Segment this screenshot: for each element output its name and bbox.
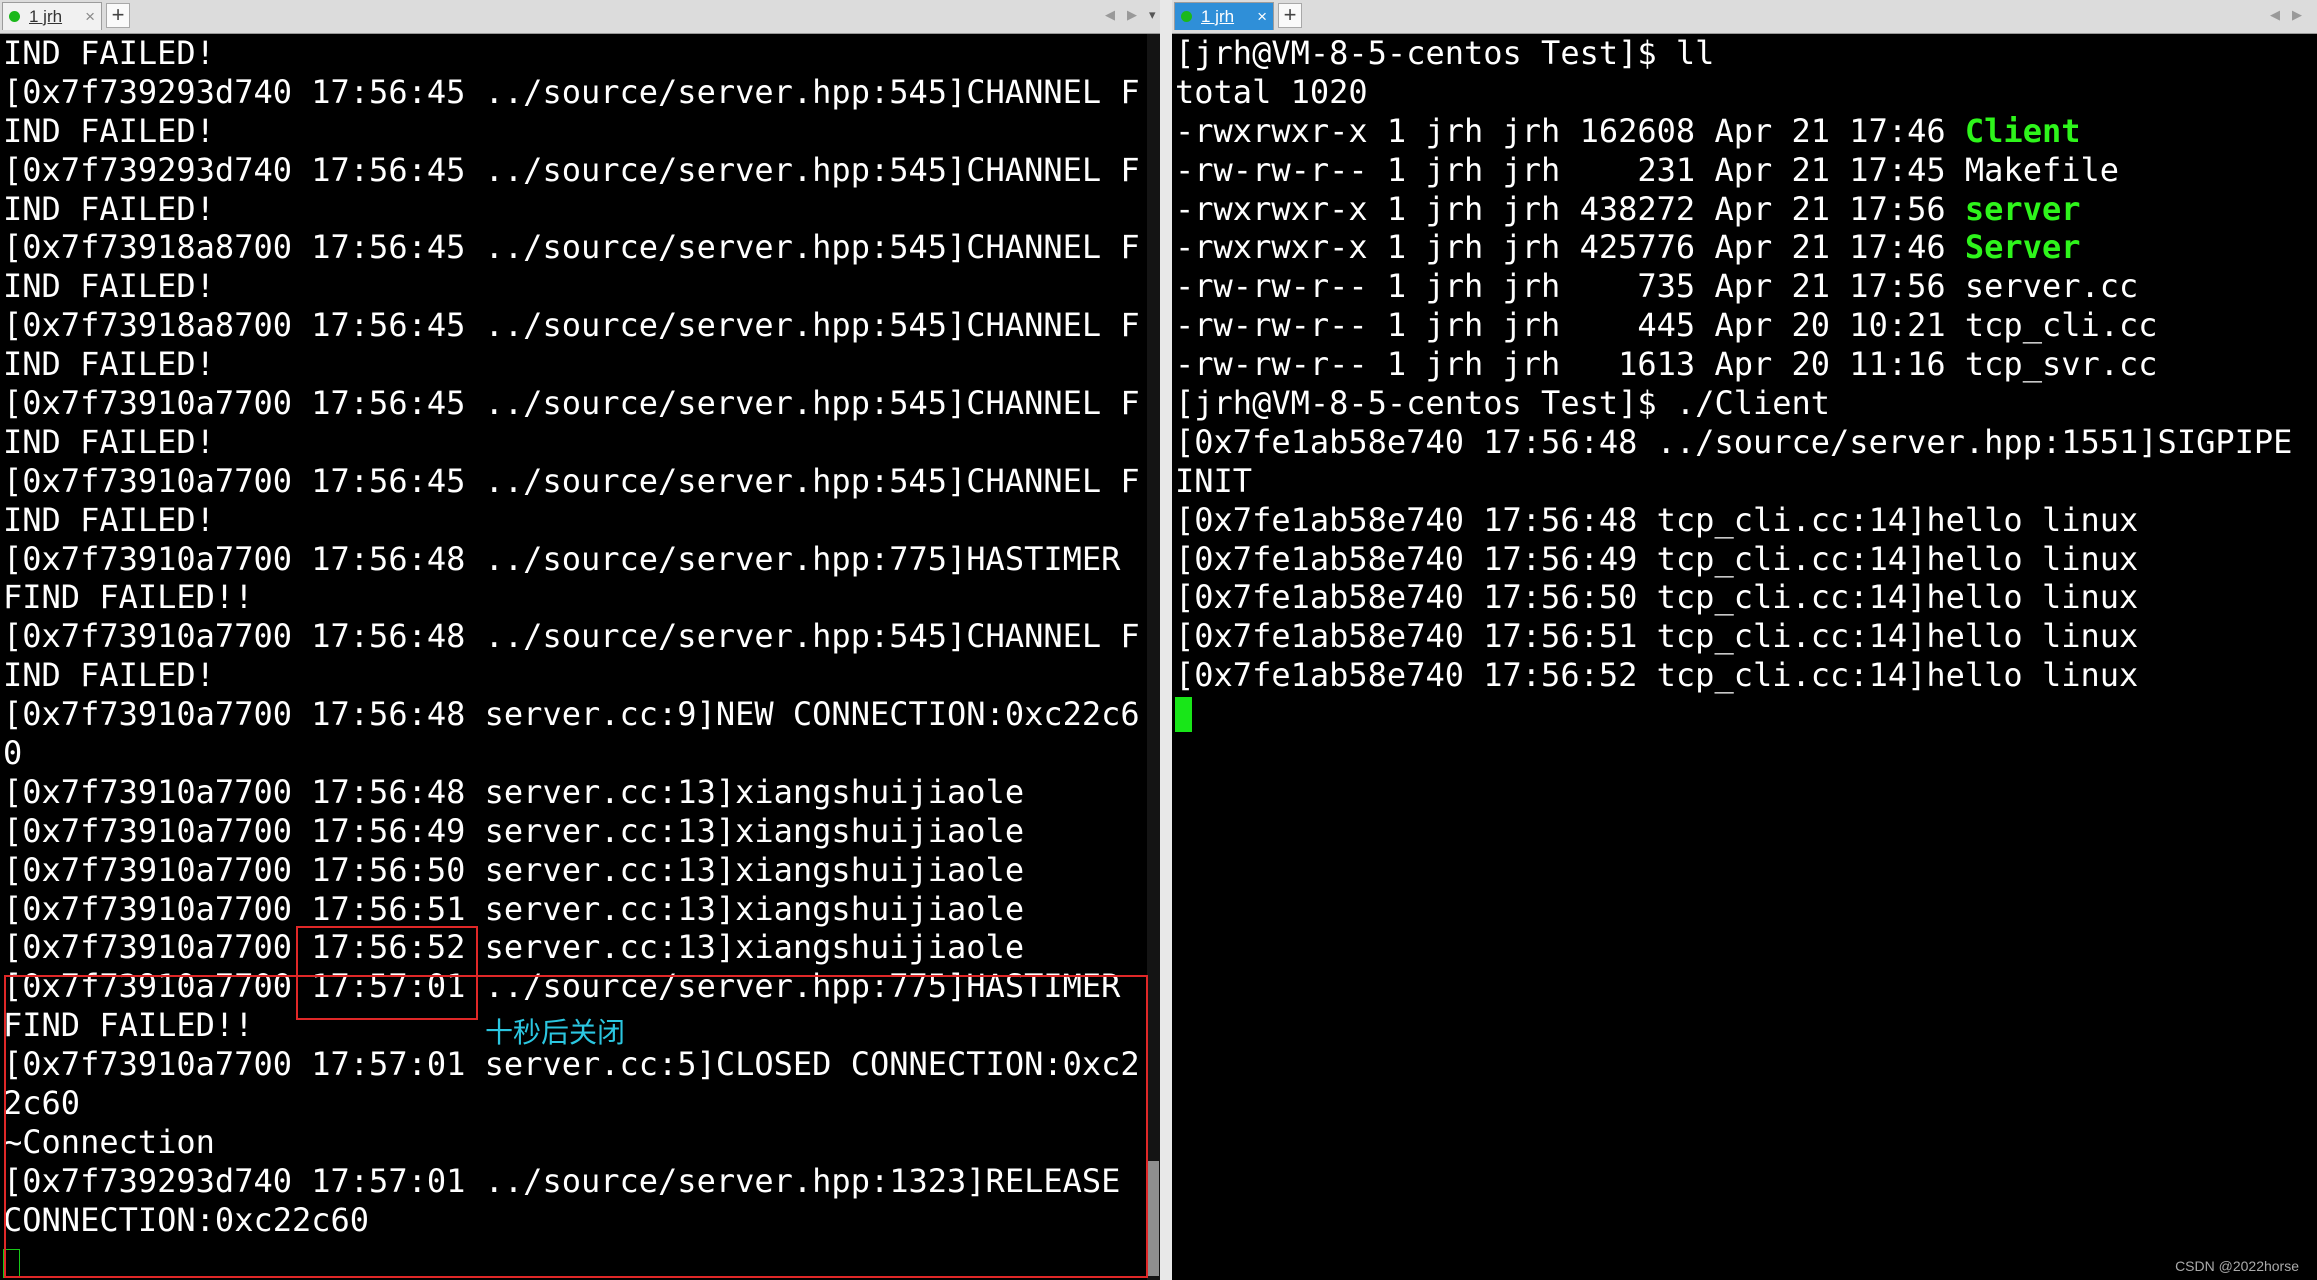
connected-status-icon — [9, 11, 20, 22]
connected-status-icon — [1181, 11, 1192, 22]
terminal-line: IND FAILED! — [3, 111, 215, 150]
terminal-line: [0x7f73918a8700 17:56:45 ../source/serve… — [3, 228, 1140, 267]
file-attributes: -rw-rw-r-- 1 jrh jrh 445 Apr 20 10:21 — [1175, 306, 1965, 345]
csdn-watermark: CSDN @2022horse — [2175, 1258, 2299, 1274]
terminal-line: [0x7f739293d740 17:56:45 ../source/serve… — [3, 72, 1140, 111]
file-listing-row: -rw-rw-r-- 1 jrh jrh 231 Apr 21 17:45 Ma… — [1175, 151, 2292, 190]
file-name: Makefile — [1964, 150, 2120, 189]
close-tab-icon[interactable]: × — [85, 7, 95, 27]
close-after-ten-seconds-annotation: 十秒后关闭 — [485, 1016, 626, 1049]
file-attributes: -rw-rw-r-- 1 jrh jrh 1613 Apr 20 11:16 — [1175, 345, 1965, 384]
file-listing-row: -rw-rw-r-- 1 jrh jrh 735 Apr 21 17:56 se… — [1175, 267, 2292, 306]
file-listing-row: -rwxrwxr-x 1 jrh jrh 425776 Apr 21 17:46… — [1175, 228, 2292, 267]
right-tab-bar: 1 jrh × + ◀ ▶ — [1172, 0, 2317, 34]
terminal-line: [0x7f739293d740 17:56:45 ../source/serve… — [3, 150, 1140, 189]
terminal-cursor — [1175, 697, 1192, 733]
terminal-line: [0x7fe1ab58e740 17:56:50 tcp_cli.cc:14]h… — [1175, 578, 2139, 617]
pane-divider[interactable] — [1160, 0, 1172, 1280]
terminal-line: [0x7fe1ab58e740 17:56:52 tcp_cli.cc:14]h… — [1175, 656, 2139, 695]
terminal-line: IND FAILED! — [3, 267, 215, 306]
tab-scroll-left-icon[interactable]: ◀ — [2270, 3, 2280, 27]
right-terminal-pane[interactable]: 1 jrh × + ◀ ▶ [jrh@VM-8-5-centos Test]$ … — [1172, 0, 2317, 1280]
terminal-line: IND FAILED! — [3, 189, 215, 228]
terminal-line: [jrh@VM-8-5-centos Test]$ ./Client — [1175, 384, 1831, 423]
terminal-line: [0x7f73910a7700 17:56:52 server.cc:13]xi… — [3, 928, 1025, 967]
terminal-line: [0x7f73910a7700 17:56:51 server.cc:13]xi… — [3, 889, 1025, 928]
close-tab-icon[interactable]: × — [1257, 7, 1267, 27]
right-terminal-output[interactable]: [jrh@VM-8-5-centos Test]$ ll total 1020 -r… — [1175, 34, 2292, 734]
terminal-line: FIND FAILED!! — [3, 578, 254, 617]
tab-label: 1 jrh — [1201, 6, 1235, 26]
terminal-line: [0x7f73910a7700 17:56:45 ../source/serve… — [3, 461, 1140, 500]
file-listing-row: -rw-rw-r-- 1 jrh jrh 1613 Apr 20 11:16 t… — [1175, 345, 2292, 384]
terminal-line: [0x7fe1ab58e740 17:56:51 tcp_cli.cc:14]h… — [1175, 617, 2139, 656]
tab-scroll-right-icon[interactable]: ▶ — [2292, 3, 2302, 27]
left-scrollbar-thumb[interactable] — [1148, 1161, 1159, 1276]
terminal-line: [0x7f73910a7700 17:56:48 ../source/serve… — [3, 617, 1140, 656]
command-prompt: [jrh@VM-8-5-centos Test]$ ll — [1175, 34, 1715, 72]
file-name: tcp_svr.cc — [1964, 345, 2158, 384]
terminal-line: [0x7f73910a7700 17:56:45 ../source/serve… — [3, 384, 1140, 423]
terminal-line: 0 — [3, 734, 23, 773]
terminal-line: INIT — [1175, 461, 1253, 500]
file-name: Server — [1964, 228, 2081, 267]
left-terminal-pane[interactable]: 1 jrh × + ◀ ▶ ▾ IND FAILED! [0x7f739293d7… — [0, 0, 1160, 1280]
file-name: Client — [1964, 111, 2081, 150]
tab-label: 1 jrh — [29, 6, 63, 26]
terminal-line: [0x7f73910a7700 17:56:48 server.cc:13]xi… — [3, 772, 1025, 811]
new-tab-button[interactable]: + — [106, 3, 130, 28]
terminal-cursor-line — [1175, 695, 2292, 734]
terminal-line: [0x7f73910a7700 17:56:48 ../source/serve… — [3, 539, 1121, 578]
terminal-line: IND FAILED! — [3, 656, 215, 695]
new-tab-button[interactable]: + — [1278, 3, 1302, 28]
file-name: server.cc — [1964, 267, 2139, 306]
tab-list-dropdown-icon[interactable]: ▾ — [1149, 3, 1156, 27]
file-listing-row: -rwxrwxr-x 1 jrh jrh 162608 Apr 21 17:46… — [1175, 112, 2292, 151]
file-attributes: -rwxrwxr-x 1 jrh jrh 438272 Apr 21 17:56 — [1175, 189, 1965, 228]
terminal-line: IND FAILED! — [3, 500, 215, 539]
file-attributes: -rw-rw-r-- 1 jrh jrh 231 Apr 21 17:45 — [1175, 150, 1965, 189]
terminal-line: [jrh@VM-8-5-centos Test]$ ll — [1175, 34, 2292, 73]
terminal-line: [0x7f73910a7700 17:56:49 server.cc:13]xi… — [3, 811, 1025, 850]
terminal-line: [0x7fe1ab58e740 17:56:48 tcp_cli.cc:14]h… — [1175, 500, 2139, 539]
file-name: tcp_cli.cc — [1964, 306, 2158, 345]
file-listing-row: -rw-rw-r-- 1 jrh jrh 445 Apr 20 10:21 tc… — [1175, 306, 2292, 345]
file-attributes: -rw-rw-r-- 1 jrh jrh 735 Apr 21 17:56 — [1175, 267, 1965, 306]
left-scrollbar[interactable] — [1147, 34, 1160, 1280]
total-size-text: total 1020 — [1175, 72, 1368, 111]
file-name: server — [1964, 189, 2081, 228]
right-session-tab[interactable]: 1 jrh × — [1174, 2, 1274, 30]
file-attributes: -rwxrwxr-x 1 jrh jrh 162608 Apr 21 17:46 — [1175, 111, 1965, 150]
file-attributes: -rwxrwxr-x 1 jrh jrh 425776 Apr 21 17:46 — [1175, 228, 1965, 267]
terminal-line: [0x7fe1ab58e740 17:56:48 ../source/serve… — [1175, 422, 2293, 461]
file-listing-row: -rwxrwxr-x 1 jrh jrh 438272 Apr 21 17:56… — [1175, 190, 2292, 229]
terminal-line: total 1020 — [1175, 73, 2292, 112]
left-tab-bar: 1 jrh × + ◀ ▶ ▾ — [0, 0, 1160, 34]
terminal-line: [0x7f73918a8700 17:56:45 ../source/serve… — [3, 306, 1140, 345]
terminal-line: [0x7fe1ab58e740 17:56:49 tcp_cli.cc:14]h… — [1175, 539, 2139, 578]
tab-scroll-left-icon[interactable]: ◀ — [1105, 3, 1115, 27]
tab-scroll-right-icon[interactable]: ▶ — [1127, 3, 1137, 27]
terminal-line: IND FAILED! — [3, 345, 215, 384]
terminal-line: IND FAILED! — [3, 34, 215, 72]
terminal-line: [0x7f73910a7700 17:56:50 server.cc:13]xi… — [3, 850, 1025, 889]
left-session-tab[interactable]: 1 jrh × — [2, 2, 102, 30]
terminal-line: [0x7f73910a7700 17:56:48 server.cc:9]NEW… — [3, 695, 1140, 734]
terminal-line: IND FAILED! — [3, 422, 215, 461]
